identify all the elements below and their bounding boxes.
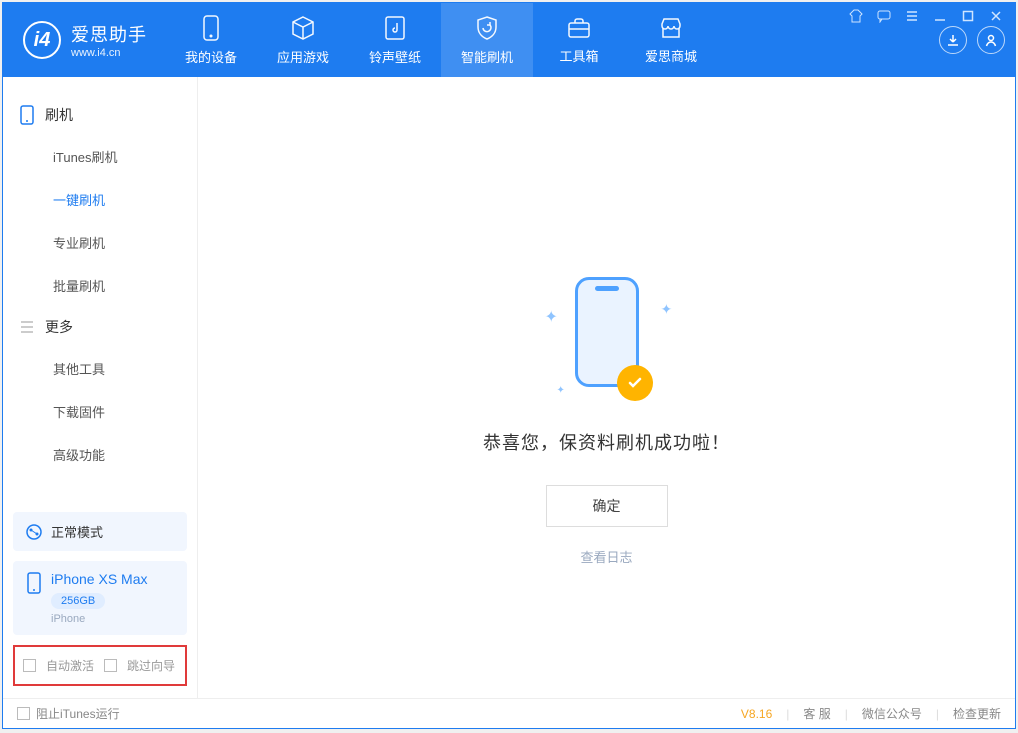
nav-tab-toolbox[interactable]: 工具箱 — [533, 3, 625, 77]
nav-tab-ring-wallpaper[interactable]: 铃声壁纸 — [349, 3, 441, 77]
nav-label: 应用游戏 — [277, 47, 329, 66]
close-icon — [990, 10, 1002, 22]
sparkle-icon: ✦ — [661, 301, 669, 309]
group-label: 更多 — [45, 317, 73, 337]
check-icon — [626, 374, 644, 392]
sidebar-item-pro-flash[interactable]: 专业刷机 — [3, 221, 197, 264]
success-message: 恭喜您，保资料刷机成功啦！ — [483, 429, 730, 455]
nav-tabs: 我的设备 应用游戏 铃声壁纸 智能刷机 工具箱 爱思商城 — [165, 3, 717, 77]
skip-guide-checkbox[interactable] — [104, 659, 117, 672]
device-phone-icon — [25, 571, 43, 595]
block-itunes-checkbox[interactable] — [17, 707, 30, 720]
tshirt-button[interactable] — [847, 7, 865, 25]
device-type: iPhone — [51, 613, 148, 625]
user-icon — [984, 33, 998, 47]
maximize-icon — [962, 10, 974, 22]
feedback-button[interactable] — [875, 7, 893, 25]
nav-label: 爱思商城 — [645, 46, 697, 65]
sparkle-icon: ✦ — [557, 385, 565, 393]
user-button[interactable] — [977, 26, 1005, 54]
window-controls — [847, 7, 1005, 25]
nav-tab-store[interactable]: 爱思商城 — [625, 3, 717, 77]
minimize-button[interactable] — [931, 7, 949, 25]
store-icon — [658, 16, 684, 40]
success-illustration: ✦ ✦ ✦ — [527, 277, 687, 407]
sparkle-icon: ✦ — [545, 307, 553, 315]
nav-label: 工具箱 — [559, 46, 598, 65]
shield-refresh-icon — [474, 15, 500, 41]
sidebar-bottom: 正常模式 iPhone XS Max 256GB iPhone 自动激活 跳过向… — [3, 512, 197, 698]
check-update-link[interactable]: 检查更新 — [953, 705, 1001, 722]
close-button[interactable] — [987, 7, 1005, 25]
main-content: ✦ ✦ ✦ 恭喜您，保资料刷机成功啦！ 确定 查看日志 — [198, 77, 1015, 698]
wechat-link[interactable]: 微信公众号 — [862, 705, 922, 722]
block-itunes-label: 阻止iTunes运行 — [36, 705, 120, 722]
ok-button[interactable]: 确定 — [546, 485, 668, 527]
nav-label: 铃声壁纸 — [369, 47, 421, 66]
app-window: i4 爱思助手 www.i4.cn 我的设备 应用游戏 铃声壁纸 智能刷机 — [2, 2, 1016, 729]
app-url: www.i4.cn — [71, 47, 147, 59]
auto-activate-label: 自动激活 — [46, 657, 94, 674]
sidebar-item-batch-flash[interactable]: 批量刷机 — [3, 264, 197, 307]
version-label: V8.16 — [741, 707, 772, 721]
sidebar-item-itunes-flash[interactable]: iTunes刷机 — [3, 135, 197, 178]
logo-area: i4 爱思助手 www.i4.cn — [3, 3, 165, 77]
device-capacity: 256GB — [51, 593, 105, 609]
tshirt-icon — [849, 9, 863, 23]
minimize-icon — [934, 10, 946, 22]
sidebar-item-advanced[interactable]: 高级功能 — [3, 433, 197, 476]
device-icon — [200, 15, 222, 41]
mode-card[interactable]: 正常模式 — [13, 512, 187, 551]
menu-button[interactable] — [903, 7, 921, 25]
sidebar: 刷机 iTunes刷机 一键刷机 专业刷机 批量刷机 更多 其他工具 下载固件 … — [3, 77, 198, 698]
auto-activate-checkbox[interactable] — [23, 659, 36, 672]
sidebar-group-flash: 刷机 — [3, 95, 197, 135]
cube-icon — [290, 15, 316, 41]
view-log-link[interactable]: 查看日志 — [580, 547, 632, 566]
mode-icon — [25, 523, 43, 541]
nav-label: 智能刷机 — [461, 47, 513, 66]
device-name: iPhone XS Max — [51, 571, 148, 587]
logo-text: 爱思助手 www.i4.cn — [71, 21, 147, 59]
nav-tab-smart-flash[interactable]: 智能刷机 — [441, 3, 533, 77]
customer-service-link[interactable]: 客 服 — [803, 705, 830, 722]
status-bar: 阻止iTunes运行 V8.16 | 客 服 | 微信公众号 | 检查更新 — [3, 698, 1015, 728]
phone-icon — [19, 105, 35, 125]
app-name: 爱思助手 — [71, 21, 147, 47]
skip-guide-label: 跳过向导 — [127, 657, 175, 674]
sidebar-item-download-firmware[interactable]: 下载固件 — [3, 390, 197, 433]
music-file-icon — [383, 15, 407, 41]
sidebar-item-oneclick-flash[interactable]: 一键刷机 — [3, 178, 197, 221]
list-icon — [19, 319, 35, 335]
download-icon — [946, 33, 960, 47]
sidebar-group-more: 更多 — [3, 307, 197, 347]
check-badge-icon — [617, 365, 653, 401]
download-button[interactable] — [939, 26, 967, 54]
maximize-button[interactable] — [959, 7, 977, 25]
group-label: 刷机 — [45, 105, 73, 125]
device-card[interactable]: iPhone XS Max 256GB iPhone — [13, 561, 187, 635]
logo-icon: i4 — [23, 21, 61, 59]
nav-label: 我的设备 — [185, 47, 237, 66]
mode-label: 正常模式 — [51, 522, 103, 541]
title-bar: i4 爱思助手 www.i4.cn 我的设备 应用游戏 铃声壁纸 智能刷机 — [3, 3, 1015, 77]
menu-icon — [905, 9, 919, 23]
app-body: 刷机 iTunes刷机 一键刷机 专业刷机 批量刷机 更多 其他工具 下载固件 … — [3, 77, 1015, 698]
checkbox-row: 自动激活 跳过向导 — [13, 645, 187, 686]
sidebar-scroll: 刷机 iTunes刷机 一键刷机 专业刷机 批量刷机 更多 其他工具 下载固件 … — [3, 77, 197, 512]
nav-tab-my-device[interactable]: 我的设备 — [165, 3, 257, 77]
chat-icon — [877, 9, 891, 23]
toolbox-icon — [566, 16, 592, 40]
sidebar-item-other-tools[interactable]: 其他工具 — [3, 347, 197, 390]
nav-tab-apps-games[interactable]: 应用游戏 — [257, 3, 349, 77]
